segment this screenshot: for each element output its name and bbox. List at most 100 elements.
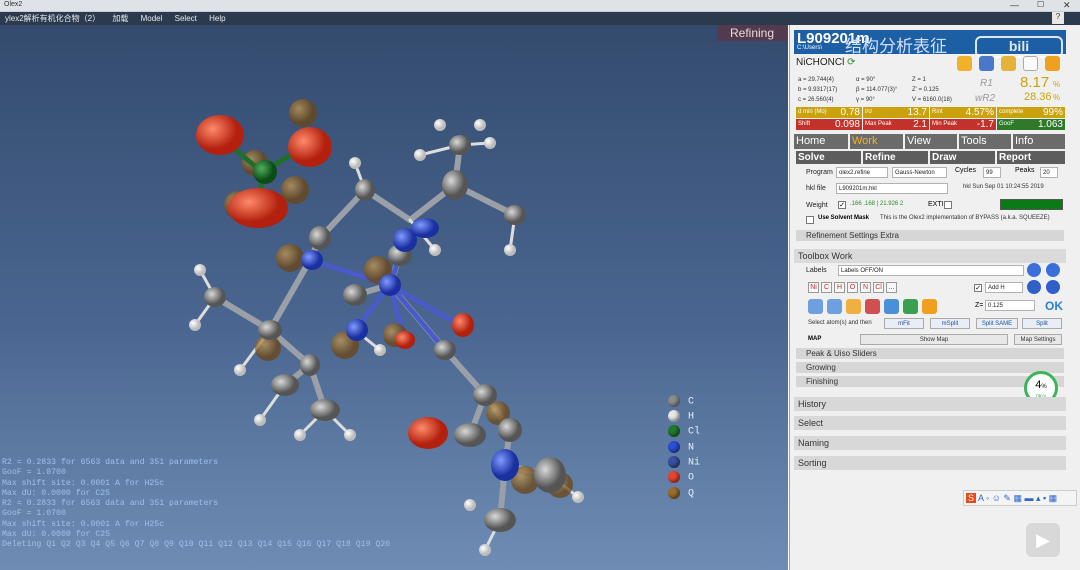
element-button-n[interactable]: N <box>860 282 871 293</box>
cell-zprime: Z' = 0.125 <box>912 87 939 93</box>
weight-value[interactable]: .166 .168 | 21.926 2 <box>850 201 903 207</box>
hkl-select[interactable]: L909201m.hkl <box>836 183 948 194</box>
peaks-label: Peaks <box>1015 167 1035 174</box>
title-bar: Olex2 — ☐ ✕ <box>0 0 1080 12</box>
refining-status: Refining <box>717 25 787 41</box>
z-input[interactable]: 0.125 <box>985 300 1035 311</box>
hydrogen-sphere-icon[interactable] <box>1046 280 1060 294</box>
cell-volume: V = 6160.0(18) <box>912 97 952 103</box>
naming-section[interactable]: Naming <box>794 436 1066 450</box>
select-section[interactable]: Select <box>794 416 1066 430</box>
tool-icon-1[interactable] <box>808 299 823 314</box>
cell-beta: β = 114.077(3)° <box>856 87 898 93</box>
split-button[interactable]: Split <box>1022 318 1062 329</box>
toolbox-work-header[interactable]: Toolbox Work <box>794 249 1066 263</box>
menu-bar: ylex2解析有机化合物（2） 加载 Model Select Help ? <box>0 12 1080 25</box>
subtab-report[interactable]: Report <box>997 151 1065 164</box>
subtab-refine[interactable]: Refine <box>863 151 928 164</box>
link-icon[interactable] <box>979 56 994 71</box>
help-icon[interactable]: ? <box>1052 12 1064 24</box>
msplit-button[interactable]: mSplit <box>930 318 970 329</box>
hydrogen-globe-icon[interactable] <box>1027 280 1041 294</box>
history-section[interactable]: History <box>794 397 1066 411</box>
cycles-input[interactable]: 99 <box>983 167 1001 178</box>
menu-item-model[interactable]: Model <box>136 13 168 23</box>
stat-min-peak: Min Peak -1.7 <box>930 119 996 130</box>
tool-icon-4[interactable] <box>865 299 880 314</box>
tool-icon-2[interactable] <box>827 299 842 314</box>
cycles-label: Cycles <box>955 167 977 174</box>
window-title: Olex2 <box>4 1 23 8</box>
exti-color-select[interactable] <box>1000 199 1063 210</box>
refresh-icon: ⟳ <box>847 57 856 68</box>
menu-item-load[interactable]: 加载 <box>107 12 133 24</box>
tab-work[interactable]: Work <box>850 134 903 149</box>
labels-select[interactable]: Labels OFF/ON <box>838 265 1024 276</box>
close-icon[interactable]: ✕ <box>1063 0 1071 11</box>
add-h-button[interactable]: Add H <box>985 282 1023 293</box>
tab-view[interactable]: View <box>905 134 957 149</box>
map-label: MAP <box>808 336 822 342</box>
r1-value: 8.17 <box>1020 74 1050 91</box>
ok-button[interactable]: OK <box>1045 299 1063 313</box>
globe-icon[interactable] <box>1027 263 1041 277</box>
settings-icon[interactable] <box>1045 56 1060 71</box>
tab-tools[interactable]: Tools <box>959 134 1011 149</box>
refinement-extra-section[interactable]: Refinement Settings Extra <box>796 230 1064 241</box>
wr2-value: 28.36 <box>1024 91 1052 103</box>
method-select[interactable]: Gauss-Newton <box>892 167 947 178</box>
labels-label: Labels <box>806 267 827 274</box>
bilibili-logo: bili <box>975 36 1063 58</box>
minimize-icon[interactable]: — <box>1010 0 1019 10</box>
tab-info[interactable]: Info <box>1013 134 1065 149</box>
wr2-label: wR2 <box>975 93 996 104</box>
tool-icon-7[interactable] <box>922 299 937 314</box>
program-row: Program <box>796 166 833 179</box>
subtab-solve[interactable]: Solve <box>796 151 861 164</box>
menu-item-file[interactable]: ylex2解析有机化合物（2） <box>0 12 105 24</box>
menu-item-select[interactable]: Select <box>170 13 202 23</box>
tool-icon-5[interactable] <box>884 299 899 314</box>
tool-icon-3[interactable] <box>846 299 861 314</box>
exti-checkbox[interactable] <box>944 201 952 209</box>
element-button-h[interactable]: H <box>834 282 845 293</box>
wr2-percent: % <box>1053 93 1061 102</box>
stat-shift: Shift 0.098 <box>796 119 862 130</box>
ime-toolbar[interactable]: S A ◦ ☺ ✎ ▦ ▬ ▴ ▪ ▦ <box>963 490 1077 506</box>
console-line: GooF = 1.0700 <box>2 468 66 478</box>
growing-section[interactable]: Growing <box>796 362 1064 373</box>
tab-home[interactable]: Home <box>794 134 848 149</box>
peak-uiso-sliders-section[interactable]: Peak & Uiso Sliders <box>796 348 1064 359</box>
legend-item: Ni <box>668 456 700 471</box>
program-select[interactable]: olex2.refine <box>836 167 888 178</box>
sorting-section[interactable]: Sorting <box>794 456 1066 470</box>
split-same-button[interactable]: Split SAME <box>976 318 1018 329</box>
maximize-icon[interactable]: ☐ <box>1037 0 1044 9</box>
element-button-o[interactable]: O <box>847 282 858 293</box>
add-h-checkbox[interactable]: ✓ <box>974 284 982 292</box>
peaks-input[interactable]: 20 <box>1040 167 1058 178</box>
tool-icon-6[interactable] <box>903 299 918 314</box>
subtab-draw[interactable]: Draw <box>930 151 995 164</box>
map-settings-button[interactable]: Map Settings <box>1014 334 1062 345</box>
folder-icon[interactable] <box>1001 56 1016 71</box>
element-button-more[interactable]: ... <box>886 282 897 293</box>
play-icon[interactable]: ▶ <box>1026 523 1060 557</box>
element-button-c[interactable]: C <box>821 282 832 293</box>
formula-label: NiCHONCl ⟳ <box>796 57 856 68</box>
solvent-mask-checkbox[interactable] <box>806 216 814 224</box>
z-label: Z= <box>975 302 984 309</box>
element-button-cl[interactable]: Cl <box>873 282 884 293</box>
stat-isigma: I/σ 13.7 <box>863 107 929 118</box>
mfit-button[interactable]: mFit <box>884 318 924 329</box>
element-button-ni[interactable]: Ni <box>808 282 819 293</box>
weight-checkbox[interactable]: ✓ <box>838 201 846 209</box>
console-line: Max shift site: 0.0001 A for H25c <box>2 478 165 488</box>
document-icon[interactable] <box>1023 56 1038 71</box>
sphere-icon[interactable] <box>1046 263 1060 277</box>
menu-item-help[interactable]: Help <box>204 13 230 23</box>
show-map-button[interactable]: Show Map <box>860 334 1008 345</box>
r1-label: R1 <box>980 78 993 89</box>
pencil-icon[interactable] <box>957 56 972 71</box>
cell-gamma: γ = 90° <box>856 97 875 103</box>
